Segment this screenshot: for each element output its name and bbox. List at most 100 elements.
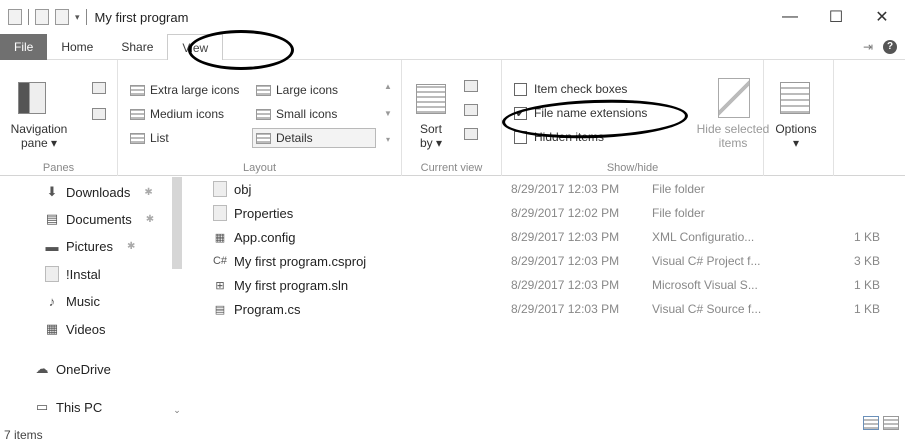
file-row[interactable]: obj 8/29/2017 12:03 PM File folder bbox=[200, 177, 890, 201]
layout-gallery-scroll[interactable]: ▲ ▼ ▾ bbox=[382, 82, 394, 144]
file-name-extensions-checkbox[interactable]: ✔ bbox=[514, 106, 527, 120]
layout-large-icons[interactable]: Large icons bbox=[256, 80, 338, 100]
add-columns-icon[interactable] bbox=[464, 104, 478, 116]
tab-share[interactable]: Share bbox=[107, 34, 167, 60]
panes-group: Navigation pane ▾ Panes bbox=[0, 60, 118, 176]
sidebar-item-label: This PC bbox=[56, 399, 103, 415]
sidebar-item-instal[interactable]: !Instal bbox=[44, 263, 101, 285]
sidebar-item-label: !Instal bbox=[66, 266, 101, 282]
new-folder-icon[interactable] bbox=[55, 9, 69, 25]
file-row[interactable]: ▤ Program.cs 8/29/2017 12:03 PM Visual C… bbox=[200, 297, 890, 321]
divider bbox=[85, 9, 87, 25]
help-icon[interactable]: ? bbox=[883, 39, 897, 54]
file-name: My first program.sln bbox=[234, 277, 349, 293]
more-icon[interactable]: ▾ bbox=[386, 135, 390, 144]
item-check-boxes-checkbox[interactable] bbox=[514, 82, 527, 96]
qat-dropdown-icon[interactable]: ▾ bbox=[75, 12, 80, 23]
current-view-group-label: Current view bbox=[420, 162, 483, 174]
scroll-down-icon[interactable]: ▼ bbox=[384, 109, 392, 118]
pin-ribbon-icon[interactable]: ⇥ bbox=[863, 40, 873, 54]
file-type: XML Configuratio... bbox=[652, 230, 755, 244]
file-list: obj 8/29/2017 12:03 PM File folder Prope… bbox=[200, 177, 905, 337]
maximize-button[interactable]: ☐ bbox=[813, 0, 859, 34]
sidebar-item-documents[interactable]: ▤ Documents ✱ bbox=[44, 208, 154, 230]
minimize-button[interactable]: — bbox=[767, 0, 813, 34]
options-button[interactable]: Options ▾ bbox=[770, 122, 822, 150]
sidebar-item-label: Downloads bbox=[66, 184, 131, 200]
scroll-up-icon[interactable]: ▲ bbox=[384, 82, 392, 91]
cloud-icon: ☁ bbox=[35, 361, 49, 376]
layout-details[interactable]: Details bbox=[256, 128, 313, 148]
file-date: 8/29/2017 12:03 PM bbox=[511, 254, 620, 268]
save-icon[interactable] bbox=[8, 9, 22, 25]
large-icons-icon bbox=[256, 84, 271, 96]
sidebar-item-music[interactable]: ♪ Music bbox=[44, 290, 100, 312]
pin-icon[interactable]: ✱ bbox=[127, 241, 135, 252]
sort-label: Sort bbox=[419, 122, 442, 136]
view-switcher bbox=[863, 416, 899, 430]
ribbon: Navigation pane ▾ Panes Extra large icon… bbox=[0, 60, 905, 176]
layout-medium-icons[interactable]: Medium icons bbox=[130, 104, 224, 124]
details-pane-icon[interactable] bbox=[92, 108, 106, 120]
sidebar-scrollbar-thumb[interactable] bbox=[172, 177, 182, 269]
sidebar-item-onedrive[interactable]: ☁ OneDrive bbox=[34, 358, 111, 380]
csharp-project-icon: C# bbox=[212, 255, 228, 267]
document-icon: ▤ bbox=[45, 211, 59, 226]
file-row[interactable]: Properties 8/29/2017 12:02 PM File folde… bbox=[200, 201, 890, 225]
navigation-pane: ⬇ Downloads ✱ ▤ Documents ✱ ▬ Pictures ✱… bbox=[0, 177, 186, 426]
hidden-items-checkbox[interactable] bbox=[514, 130, 527, 144]
file-row[interactable]: ▦ App.config 8/29/2017 12:03 PM XML Conf… bbox=[200, 225, 890, 249]
group-by-icon[interactable] bbox=[464, 80, 478, 92]
file-date: 8/29/2017 12:03 PM bbox=[511, 182, 620, 196]
sidebar-item-downloads[interactable]: ⬇ Downloads ✱ bbox=[44, 181, 153, 203]
pin-icon[interactable]: ✱ bbox=[144, 187, 152, 198]
layout-item-label: Large icons bbox=[276, 83, 339, 97]
sidebar-item-videos[interactable]: ▦ Videos bbox=[44, 318, 106, 340]
tab-file[interactable]: File bbox=[0, 33, 48, 60]
sort-icon[interactable] bbox=[416, 84, 446, 114]
layout-list[interactable]: List bbox=[130, 128, 169, 148]
tab-home[interactable]: Home bbox=[47, 34, 107, 60]
sort-by-button[interactable]: Sort by ▾ bbox=[416, 122, 446, 150]
layout-item-label: Details bbox=[276, 131, 313, 145]
show-hide-group: Item check boxes ✔ File name extensions … bbox=[502, 60, 769, 176]
item-check-boxes-option[interactable]: Item check boxes bbox=[514, 82, 627, 96]
file-name: App.config bbox=[234, 229, 296, 245]
file-row[interactable]: ⊞ My first program.sln 8/29/2017 12:03 P… bbox=[200, 273, 890, 297]
scroll-down-icon[interactable]: ⌄ bbox=[170, 405, 184, 416]
layout-small-icons[interactable]: Small icons bbox=[256, 104, 337, 124]
hide-selected-items-icon[interactable] bbox=[718, 78, 750, 118]
videos-icon: ▦ bbox=[45, 321, 59, 336]
preview-pane-icon[interactable] bbox=[92, 82, 106, 94]
large-icons-view-icon[interactable] bbox=[883, 416, 899, 430]
download-icon: ⬇ bbox=[46, 184, 58, 199]
tab-view[interactable]: View bbox=[167, 33, 224, 61]
details-view-icon[interactable] bbox=[863, 416, 879, 430]
sidebar-item-label: Music bbox=[66, 293, 100, 309]
layout-extra-large-icons[interactable]: Extra large icons bbox=[130, 80, 239, 100]
close-button[interactable]: ✕ bbox=[859, 0, 905, 34]
pin-icon[interactable]: ✱ bbox=[146, 214, 154, 225]
properties-icon[interactable] bbox=[35, 9, 49, 25]
layout-item-label: Extra large icons bbox=[150, 83, 240, 97]
file-type: File folder bbox=[652, 182, 705, 196]
file-row[interactable]: C# My first program.csproj 8/29/2017 12:… bbox=[200, 249, 890, 273]
file-date: 8/29/2017 12:03 PM bbox=[511, 230, 620, 244]
file-name: Program.cs bbox=[234, 301, 301, 317]
file-name-extensions-label: File name extensions bbox=[534, 106, 648, 120]
sidebar-item-pictures[interactable]: ▬ Pictures ✱ bbox=[44, 235, 136, 257]
hidden-items-option[interactable]: Hidden items bbox=[514, 130, 604, 144]
sidebar-item-label: Documents bbox=[66, 211, 132, 227]
music-icon: ♪ bbox=[48, 293, 56, 309]
file-name-extensions-option[interactable]: ✔ File name extensions bbox=[514, 106, 647, 120]
item-count: 7 items bbox=[4, 428, 43, 442]
size-columns-icon[interactable] bbox=[464, 128, 478, 140]
sidebar-item-this-pc[interactable]: ▭ This PC bbox=[34, 396, 102, 418]
navigation-pane-icon[interactable] bbox=[18, 82, 46, 114]
file-size: 3 KB bbox=[853, 254, 880, 268]
navigation-pane-button[interactable]: Navigation pane ▾ bbox=[4, 122, 74, 150]
options-icon[interactable] bbox=[780, 82, 810, 114]
csharp-source-icon: ▤ bbox=[214, 303, 226, 316]
status-bar: 7 items bbox=[0, 426, 905, 444]
file-type: Visual C# Source f... bbox=[652, 302, 762, 316]
